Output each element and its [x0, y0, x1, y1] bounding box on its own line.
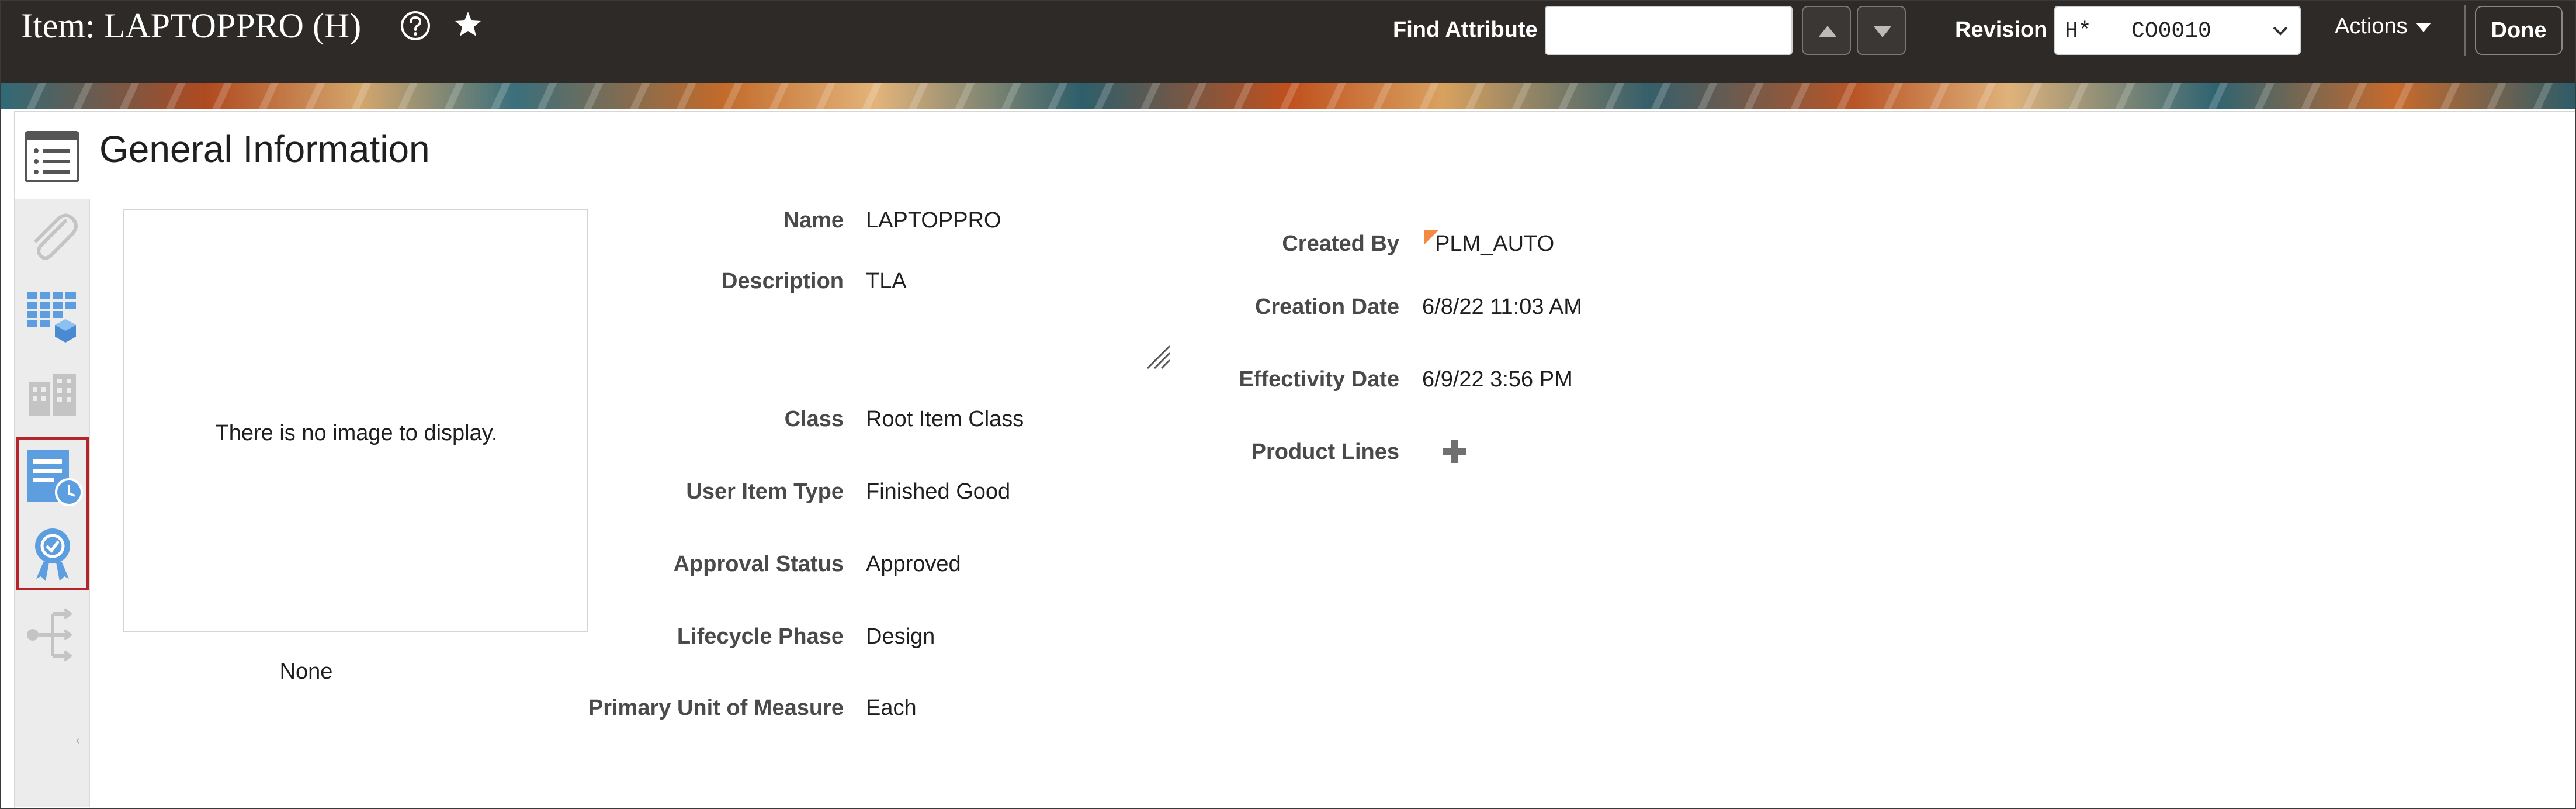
find-attribute-input[interactable]	[1545, 6, 1793, 55]
approval-status-label: Approval Status	[673, 552, 844, 576]
chevron-down-icon	[2273, 26, 2288, 36]
creation-date-value: 6/8/22 11:03 AM	[1422, 295, 1582, 319]
building-icon[interactable]	[26, 371, 79, 417]
lifecycle-phase-label: Lifecycle Phase	[677, 624, 844, 649]
grid-cube-icon[interactable]	[25, 289, 81, 345]
star-icon[interactable]	[453, 10, 483, 39]
find-attribute-label: Find Attribute	[1393, 18, 1538, 42]
sidebar-highlight-box	[16, 437, 89, 590]
user-item-type-value: Finished Good	[866, 479, 1011, 504]
primary-uom-value: Each	[866, 696, 917, 720]
class-label: Class	[784, 407, 844, 431]
rail-collapse-handle[interactable]: ‹	[76, 734, 80, 748]
user-item-type-label: User Item Type	[686, 479, 844, 504]
paperclip-icon[interactable]	[23, 209, 79, 265]
approval-status-value: Approved	[866, 552, 961, 576]
structure-tree-icon[interactable]	[25, 608, 81, 662]
page-title: Item: LAPTOPPRO (H)	[21, 6, 362, 45]
created-by-value[interactable]: PLM_AUTO	[1435, 231, 1554, 257]
list-document-icon[interactable]	[23, 130, 81, 184]
section-title: General Information	[99, 128, 430, 170]
revision-select[interactable]: H* CO0010	[2054, 6, 2301, 55]
triangle-down-icon	[1873, 26, 1892, 37]
help-circle-icon[interactable]	[400, 10, 431, 42]
item-image-panel[interactable]: There is no image to display.	[123, 209, 588, 632]
class-value: Root Item Class	[866, 407, 1024, 431]
primary-uom-label: Primary Unit of Measure	[588, 696, 844, 720]
lifecycle-phase-value: Design	[866, 624, 935, 649]
creation-date-label: Creation Date	[1254, 295, 1399, 319]
previous-match-button[interactable]	[1802, 6, 1851, 55]
resize-handle-icon[interactable]	[1145, 344, 1172, 371]
name-label: Name	[783, 208, 844, 233]
no-image-message: There is no image to display.	[215, 421, 498, 445]
actions-menu-button[interactable]: Actions	[2335, 14, 2431, 39]
created-by-label: Created By	[1282, 231, 1399, 256]
revision-value: H* CO0010	[2065, 19, 2211, 44]
image-caption: None	[279, 659, 333, 684]
description-value[interactable]: TLA	[866, 269, 907, 294]
actions-label: Actions	[2335, 14, 2408, 39]
decorative-banner	[0, 83, 2576, 109]
add-plus-icon[interactable]	[1441, 437, 1469, 465]
description-label: Description	[721, 269, 844, 293]
header-divider	[2464, 5, 2466, 56]
page-header: Item: LAPTOPPRO (H) Find Attribute Revis…	[0, 0, 2576, 83]
caret-down-icon	[2415, 22, 2431, 32]
name-value: LAPTOPPRO	[866, 208, 1001, 233]
effectivity-date-label: Effectivity Date	[1239, 367, 1399, 392]
done-button[interactable]: Done	[2475, 6, 2563, 55]
revision-label: Revision	[1955, 18, 2048, 42]
next-match-button[interactable]	[1857, 6, 1906, 55]
effectivity-date-value: 6/9/22 3:56 PM	[1422, 367, 1573, 392]
product-lines-label: Product Lines	[1251, 440, 1399, 464]
triangle-up-icon	[1818, 26, 1837, 37]
